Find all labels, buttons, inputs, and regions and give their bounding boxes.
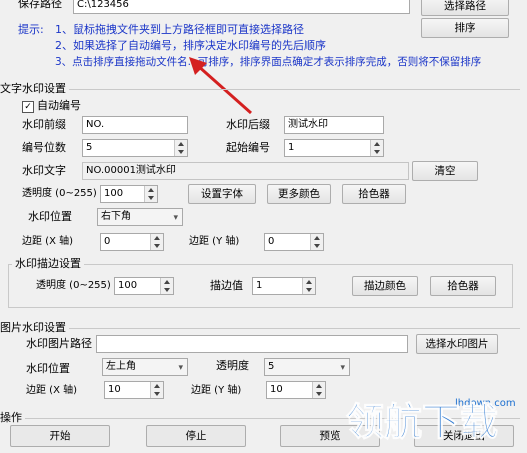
stroke-opacity-value: 100 (118, 280, 138, 291)
stroke-value: 1 (256, 280, 263, 291)
image-margin-y-stepper[interactable]: 10 (266, 381, 326, 399)
image-margin-y-spin-icon[interactable] (312, 382, 325, 398)
margin-x-stepper[interactable]: 0 (100, 233, 164, 251)
opacity-stepper[interactable]: 100 (100, 185, 158, 203)
margin-y-label: 边距 (Y 轴) (189, 236, 240, 247)
tips-label: 提示: (18, 23, 44, 36)
stroke-value-label: 描边值 (210, 279, 243, 292)
more-colors-button[interactable]: 更多颜色 (267, 184, 331, 204)
select-path-button[interactable]: 选择路径 (421, 0, 509, 16)
image-position-value: 左上角 (106, 361, 136, 372)
image-margin-x-value: 10 (108, 384, 121, 395)
image-watermark-group-border (0, 328, 520, 329)
position-value: 右下角 (101, 211, 131, 222)
margin-x-spin-icon[interactable] (150, 234, 163, 250)
image-margin-y-label: 边距 (Y 轴) (191, 385, 242, 396)
digits-stepper[interactable]: 5 (82, 139, 188, 157)
stroke-value-spin-icon[interactable] (302, 278, 315, 294)
image-path-input[interactable] (96, 335, 408, 353)
stroke-group-bottom (8, 307, 513, 308)
tip-line-2: 2、如果选择了自动编号，排序决定水印编号的先后顺序 (55, 39, 326, 52)
tip-line-3: 3、点击排序直接拖动文件名...可排序，排序界面点确定才表示排序完成，否则将不保… (55, 56, 482, 68)
image-opacity-select[interactable]: 5 ▾ (264, 358, 350, 376)
stroke-value-stepper[interactable]: 1 (252, 277, 316, 295)
margin-y-stepper[interactable]: 0 (264, 233, 324, 251)
chevron-down-icon: ▾ (173, 213, 178, 223)
image-margin-x-spin-icon[interactable] (150, 382, 163, 398)
margin-y-spin-icon[interactable] (310, 234, 323, 250)
auto-number-label: 自动编号 (37, 99, 81, 112)
image-path-label: 水印图片路径 (26, 337, 92, 350)
watermark-text-label: 水印文字 (22, 164, 66, 177)
chevron-down-icon: ▾ (178, 363, 183, 373)
start-value: 1 (288, 142, 295, 153)
set-font-button[interactable]: 设置字体 (188, 184, 256, 204)
start-label: 起始编号 (226, 141, 270, 154)
opacity-value: 100 (104, 188, 124, 199)
image-position-select[interactable]: 左上角 ▾ (102, 358, 188, 376)
image-margin-x-label: 边距 (X 轴) (26, 385, 78, 396)
digits-spin-icon[interactable] (174, 140, 187, 156)
suffix-input[interactable]: 测试水印 (284, 116, 384, 134)
stop-button[interactable]: 停止 (146, 425, 246, 447)
sort-button[interactable]: 排序 (421, 18, 509, 38)
stroke-group-left (8, 264, 9, 308)
prefix-input[interactable]: NO. (82, 116, 188, 134)
select-image-button[interactable]: 选择水印图片 (416, 334, 498, 354)
image-opacity-value: 5 (268, 361, 275, 372)
color-picker-button[interactable]: 拾色器 (342, 184, 406, 204)
text-watermark-group-border (0, 89, 520, 90)
start-button[interactable]: 开始 (10, 425, 110, 447)
image-position-label: 水印位置 (26, 362, 70, 375)
save-path-label: 保存路径 (18, 0, 62, 10)
start-stepper[interactable]: 1 (284, 139, 384, 157)
operations-section-title: 操作 (0, 410, 25, 426)
image-watermark-section-title: 图片水印设置 (0, 320, 69, 336)
clear-button[interactable]: 清空 (412, 161, 478, 181)
position-label: 水印位置 (28, 210, 72, 223)
image-margin-y-value: 10 (270, 384, 283, 395)
opacity-spin-icon[interactable] (144, 186, 157, 202)
margin-x-label: 边距 (X 轴) (22, 236, 74, 247)
text-watermark-section-title: 文字水印设置 (0, 81, 69, 97)
stroke-opacity-label: 透明度 (0~255) (36, 280, 111, 291)
suffix-label: 水印后缀 (226, 118, 270, 131)
watermark-text-field[interactable]: NO.00001测试水印 (82, 162, 409, 180)
start-spin-icon[interactable] (370, 140, 383, 156)
prefix-label: 水印前缀 (22, 118, 66, 131)
tip-line-1: 1、鼠标拖拽文件夹到上方路径框即可直接选择路径 (55, 23, 304, 36)
save-path-input[interactable]: C:\123456 (73, 0, 410, 14)
image-opacity-label: 透明度 (216, 359, 249, 372)
annotation-arrow (189, 57, 252, 115)
stroke-color-button[interactable]: 描边颜色 (352, 276, 418, 296)
stroke-opacity-stepper[interactable]: 100 (114, 277, 174, 295)
auto-number-checkbox[interactable]: ✓ (22, 101, 34, 113)
image-margin-x-stepper[interactable]: 10 (104, 381, 164, 399)
watermark-logo: 领航下载 (345, 400, 499, 445)
stroke-opacity-spin-icon[interactable] (160, 278, 173, 294)
position-select[interactable]: 右下角 ▾ (97, 208, 183, 226)
stroke-group-right (512, 264, 513, 308)
digits-value: 5 (86, 142, 93, 153)
opacity-label: 透明度 (0~255) (22, 188, 97, 199)
chevron-down-icon: ▾ (340, 363, 345, 373)
stroke-section-title: 水印描边设置 (12, 256, 84, 272)
margin-y-value: 0 (268, 236, 275, 247)
stroke-picker-button[interactable]: 拾色器 (430, 276, 496, 296)
digits-label: 编号位数 (22, 141, 66, 154)
margin-x-value: 0 (104, 236, 111, 247)
